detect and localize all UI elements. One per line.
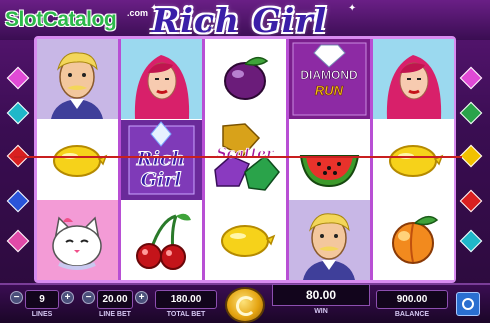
svg-text:DIAMOND: DIAMOND — [300, 68, 358, 82]
reel-4: DIAMOND RUN — [289, 39, 370, 280]
slotcatalog-watermark-suffix: .com — [127, 8, 149, 18]
symbol-lemon — [373, 119, 454, 200]
line-bet-label: LINE BET — [99, 311, 131, 318]
win-label: WIN — [314, 308, 328, 315]
line-bet-decrease-button[interactable]: − — [82, 291, 95, 304]
symbol-cherries — [121, 200, 202, 280]
spin-arrow-icon — [236, 296, 256, 316]
reel-3: Scatter — [205, 39, 286, 280]
slotcatalog-watermark: SlotCatalog — [5, 8, 117, 31]
symbol-peach — [373, 200, 454, 280]
settings-gear-icon — [462, 298, 474, 310]
symbol-watermelon — [289, 119, 370, 200]
win-value: 80.00 — [272, 284, 370, 306]
svg-text:RUN: RUN — [315, 83, 344, 98]
settings-button[interactable] — [456, 292, 480, 316]
sparkle-icon: ✦ — [150, 3, 159, 14]
symbol-girl — [373, 39, 454, 119]
slot-game: SlotCatalog .com Rich Girl ✦ ✦ Rich Girl… — [0, 0, 490, 323]
right-gem-5-icon — [459, 229, 483, 253]
left-gem-4-icon — [6, 189, 30, 213]
left-gem-1-icon — [6, 66, 30, 90]
symbol-plum — [205, 39, 286, 119]
lines-value: 9 — [25, 290, 59, 309]
reel-1 — [37, 39, 118, 280]
svg-text:Rich: Rich — [136, 148, 185, 170]
lines-label: LINES — [31, 311, 53, 318]
symbol-lemon — [37, 119, 118, 200]
winning-payline — [14, 156, 462, 158]
balance-value: 900.00 — [376, 290, 448, 309]
game-title: Rich Girl — [152, 1, 328, 40]
line-bet-value: 20.00 — [97, 290, 133, 309]
left-gem-2-icon — [6, 101, 30, 125]
right-gem-3-icon — [459, 144, 483, 168]
game-header: SlotCatalog .com Rich Girl ✦ ✦ — [0, 0, 490, 40]
symbol-lemon — [205, 200, 286, 280]
right-gem-2-icon — [459, 101, 483, 125]
right-gem-4-icon — [459, 189, 483, 213]
lines-decrease-button[interactable]: − — [10, 291, 23, 304]
symbol-rich-girl: Rich Girl — [121, 119, 202, 200]
reel-5 — [373, 39, 454, 280]
left-gem-5-icon — [6, 229, 30, 253]
reel-frame: Rich Girl Scatter DIAMOND RUN — [34, 36, 456, 283]
total-bet-label: TOTAL BET — [166, 311, 206, 318]
symbol-girl — [121, 39, 202, 119]
svg-text:Girl: Girl — [141, 169, 182, 191]
total-bet-value: 180.00 — [155, 290, 217, 309]
line-bet-increase-button[interactable]: + — [135, 291, 148, 304]
reel-2: Rich Girl — [121, 39, 202, 280]
symbol-old-man — [37, 39, 118, 119]
spin-button[interactable] — [225, 287, 265, 323]
sparkle-icon: ✦ — [348, 3, 357, 14]
svg-text:Scatter: Scatter — [217, 146, 276, 162]
symbol-diamond-run: DIAMOND RUN — [289, 39, 370, 119]
symbol-old-man — [289, 200, 370, 280]
symbol-cat — [37, 200, 118, 280]
balance-label: BALANCE — [394, 311, 430, 318]
symbol-scatter: Scatter — [205, 119, 286, 200]
right-gem-1-icon — [459, 66, 483, 90]
lines-increase-button[interactable]: + — [61, 291, 74, 304]
